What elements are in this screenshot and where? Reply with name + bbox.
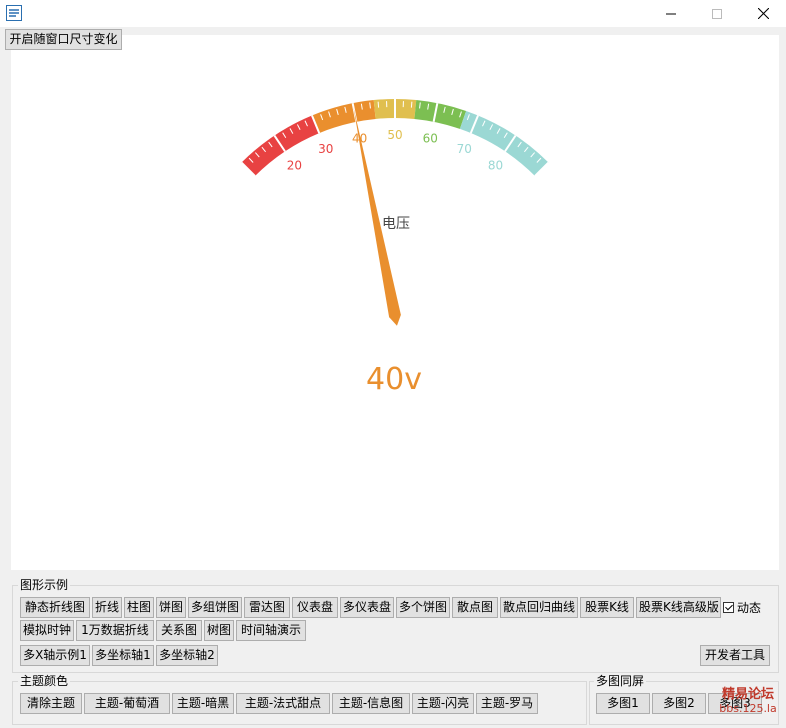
theme-dark-button[interactable]: 主题-暗黑	[172, 693, 234, 714]
gauge-tick-label: 60	[423, 131, 438, 145]
stock-kline-button[interactable]: 股票K线	[580, 597, 634, 618]
timeline-demo-button[interactable]: 时间轴演示	[236, 620, 306, 641]
multi-pie-group-button[interactable]: 多组饼图	[188, 597, 242, 618]
theme-title: 主题颜色	[18, 674, 71, 688]
gauge-tick-label: 30	[318, 142, 333, 156]
relation-graph-button[interactable]: 关系图	[156, 620, 202, 641]
maximize-button[interactable]	[694, 0, 740, 27]
gauge-button[interactable]: 仪表盘	[292, 597, 338, 618]
theme-roma-button[interactable]: 主题-罗马	[476, 693, 538, 714]
clear-theme-button[interactable]: 清除主题	[20, 693, 82, 714]
close-icon	[757, 8, 769, 19]
dynamic-checkbox[interactable]: 动态	[723, 599, 761, 616]
analog-clock-button[interactable]: 模拟时钟	[20, 620, 74, 641]
gauge-value: 40v	[366, 362, 422, 397]
theme-infographic-button[interactable]: 主题-信息图	[332, 693, 410, 714]
multiple-pies-button[interactable]: 多个饼图	[396, 597, 450, 618]
theme-shine-button[interactable]: 主题-闪亮	[412, 693, 474, 714]
title-bar	[0, 0, 786, 27]
static-line-button[interactable]: 静态折线图	[20, 597, 90, 618]
dynamic-checkbox-label: 动态	[737, 601, 762, 615]
multi-axis-2-button[interactable]: 多坐标轴2	[156, 645, 218, 666]
multi-chart-title: 多图同屏	[594, 674, 647, 688]
dev-tools-button[interactable]: 开发者工具	[700, 645, 770, 666]
stock-kline-advanced-button[interactable]: 股票K线高级版	[636, 597, 721, 618]
watermark-line2: bbs.125.la	[719, 702, 777, 715]
maximize-icon	[712, 8, 722, 19]
theme-french-dessert-button[interactable]: 主题-法式甜点	[236, 693, 330, 714]
gauge-minor-tick	[419, 102, 421, 109]
multi-axis-1-button[interactable]: 多坐标轴1	[92, 645, 154, 666]
gauge-tick-label: 80	[488, 159, 503, 173]
gauge-tick-label: 20	[287, 159, 302, 173]
multi-chart-2-button[interactable]: 多图2	[652, 693, 706, 714]
checkbox-checked-icon[interactable]	[723, 602, 734, 613]
multi-gauge-button[interactable]: 多仪表盘	[340, 597, 394, 618]
toggle-resize-button[interactable]: 开启随窗口尺寸变化	[5, 29, 122, 50]
gauge-tick-label: 70	[457, 142, 472, 156]
watermark-line1: 精易论坛	[721, 687, 774, 702]
gauge-minor-tick	[369, 102, 371, 109]
forum-watermark: 精易论坛 bbs.125.la	[713, 688, 783, 716]
line-button[interactable]: 折线	[92, 597, 122, 618]
gauge-band-1	[311, 100, 376, 134]
bar-button[interactable]: 柱图	[124, 597, 154, 618]
theme-wine-button[interactable]: 主题-葡萄酒	[84, 693, 170, 714]
app-icon	[6, 5, 22, 21]
gauge-chart: 20304050607080	[240, 99, 550, 326]
scatter-regression-button[interactable]: 散点回归曲线	[500, 597, 578, 618]
scatter-button[interactable]: 散点图	[452, 597, 498, 618]
tree-button[interactable]: 树图	[204, 620, 234, 641]
chart-examples-title: 图形示例	[18, 578, 71, 592]
multi-x-axis-button[interactable]: 多X轴示例1	[20, 645, 90, 666]
gauge-band-3	[414, 100, 467, 129]
pie-button[interactable]: 饼图	[156, 597, 186, 618]
10k-line-button[interactable]: 1万数据折线	[76, 620, 154, 641]
minimize-button[interactable]	[648, 0, 694, 27]
gauge-name: 电压	[382, 216, 410, 232]
chart-area: 20304050607080 电压 40v	[11, 35, 779, 570]
close-button[interactable]	[740, 0, 786, 27]
gauge-tick-label: 50	[387, 128, 402, 142]
multi-chart-1-button[interactable]: 多图1	[596, 693, 650, 714]
minimize-icon	[666, 13, 676, 14]
radar-button[interactable]: 雷达图	[244, 597, 290, 618]
